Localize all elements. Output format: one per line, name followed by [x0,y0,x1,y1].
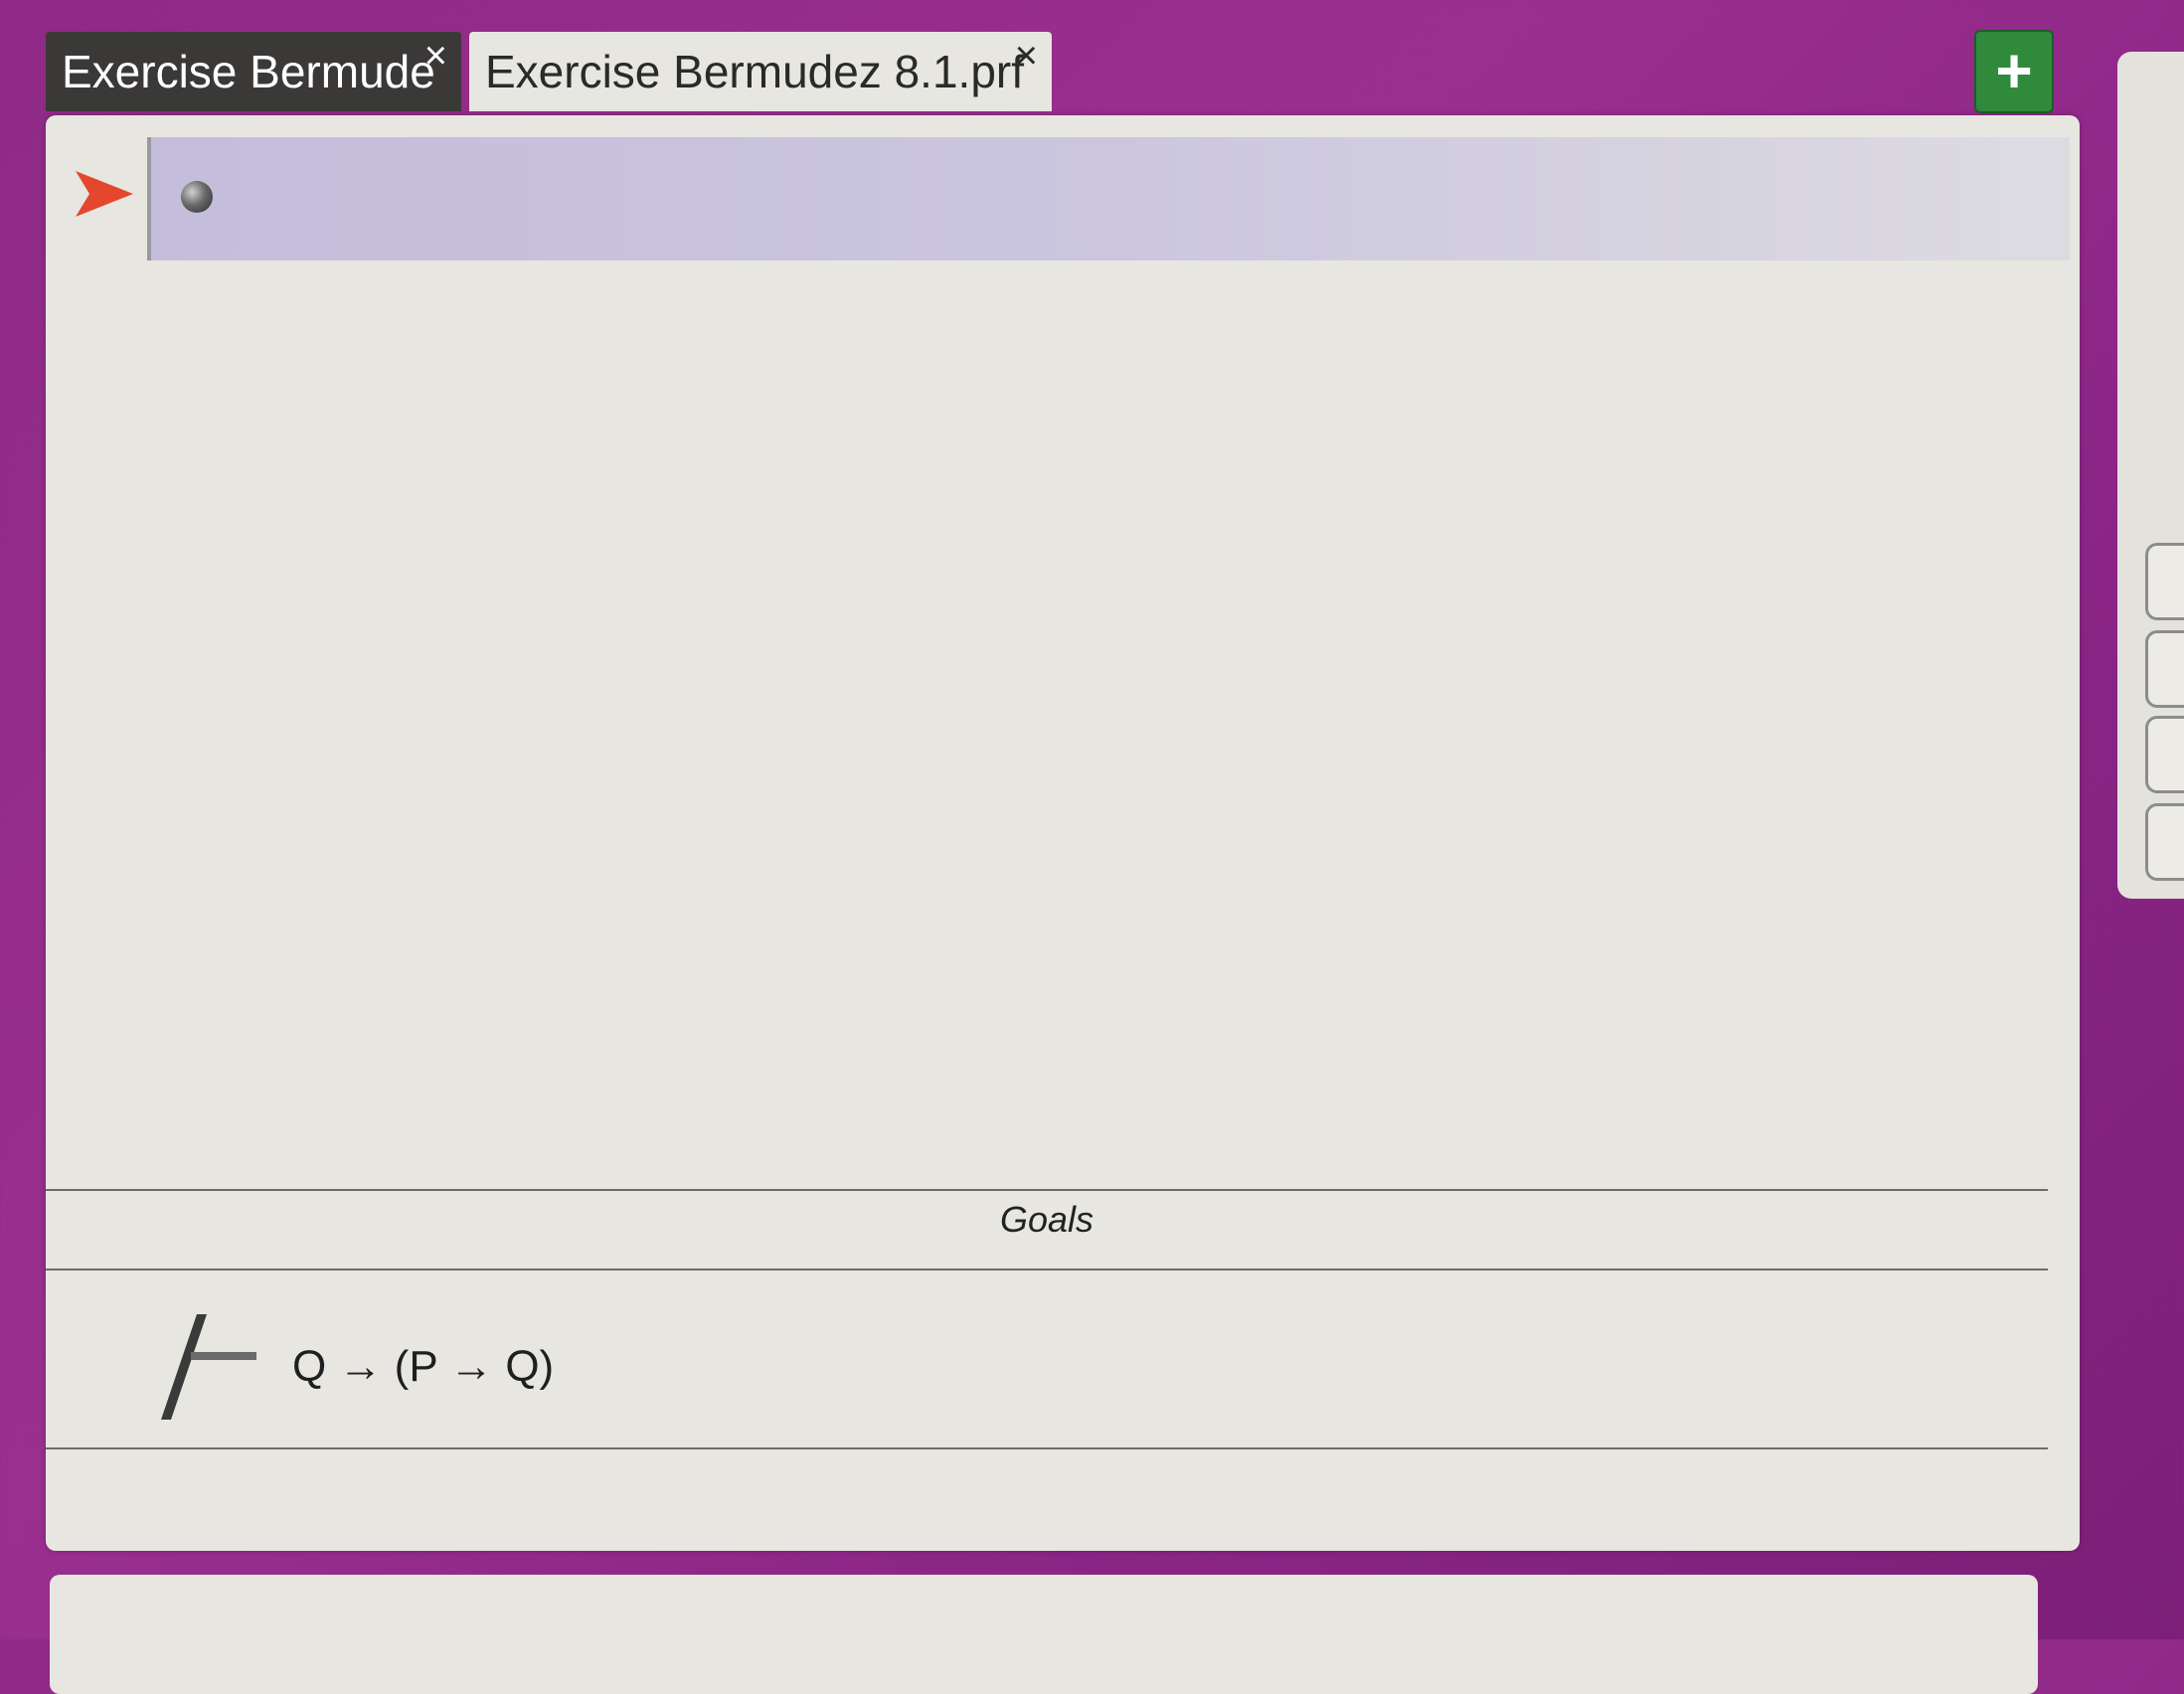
side-button[interactable] [2145,716,2184,793]
tab-label: Exercise Bermudez 8.1.prf [485,46,1025,97]
side-panel: S [2117,52,2184,899]
turnstile-icon [161,1314,256,1420]
arrow-pointer-icon [76,171,133,217]
goal-formula: Q → (P → Q) [292,1342,555,1391]
side-button[interactable] [2145,543,2184,620]
divider [46,1189,2048,1191]
bullet-icon [181,181,213,213]
goals-header: Goals [999,1199,1094,1240]
add-tab-button[interactable]: + [1974,30,2054,113]
close-icon[interactable]: × [1015,36,1038,76]
divider [46,1269,2048,1270]
close-icon[interactable]: × [424,36,447,76]
tab-label: Exercise Bermude [62,46,435,97]
side-button-s[interactable]: S [2145,803,2184,881]
lower-panel [50,1575,2038,1694]
tab-exercise-bermudez-8-1[interactable]: Exercise Bermudez 8.1.prf × [469,32,1052,111]
tab-exercise-bermude[interactable]: Exercise Bermude × [46,32,461,111]
side-button[interactable] [2145,630,2184,708]
proof-panel: Goals Q → (P → Q) [46,115,2080,1551]
proof-line-current[interactable] [147,137,2070,260]
divider [46,1447,2048,1449]
